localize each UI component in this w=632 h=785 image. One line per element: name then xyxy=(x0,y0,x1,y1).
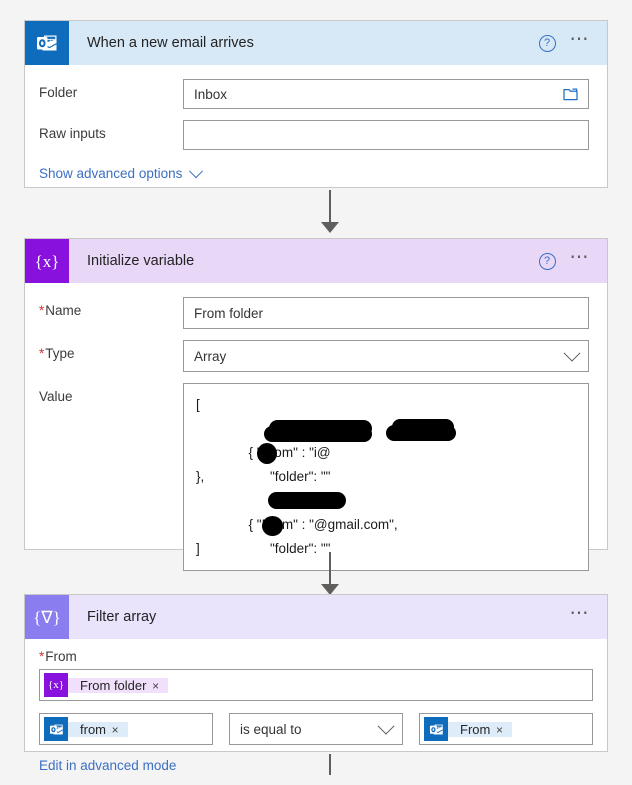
token-remove-icon[interactable]: × xyxy=(112,723,119,737)
flow-step-card-trigger[interactable]: When a new email arrives ? ⋯ Folder Inbo… xyxy=(24,20,608,188)
token-from-upper[interactable]: From × xyxy=(424,717,512,741)
redaction-mark xyxy=(386,425,456,441)
outlook-icon xyxy=(424,717,448,741)
code-line: ] xyxy=(196,541,200,556)
connector-line-3 xyxy=(329,754,331,775)
code-line: "folder": "" xyxy=(196,441,578,484)
redaction-mark xyxy=(262,516,283,536)
card-title: Filter array xyxy=(87,609,157,625)
token-remove-icon[interactable]: × xyxy=(496,723,503,737)
show-advanced-options-label: Show advanced options xyxy=(39,166,183,181)
condition-right-cell: From × xyxy=(419,713,593,745)
variable-name-value: From folder xyxy=(194,305,264,321)
from-field-label-text: From xyxy=(45,649,77,664)
card-title: Initialize variable xyxy=(87,253,195,269)
condition-operator-value: is equal to xyxy=(240,721,302,737)
card-header-actions: ? ⋯ xyxy=(538,30,592,52)
chevron-down-icon xyxy=(377,717,395,735)
token-label: From folder × xyxy=(68,677,169,693)
folder-input-value: Inbox xyxy=(194,86,228,102)
condition-left-cell: from × xyxy=(39,713,213,745)
code-line: [ xyxy=(196,397,200,412)
variable-value-textarea[interactable]: [ { "From" : "i@ "folder": ""}, {: "@g… xyxy=(183,383,589,571)
variable-type-select[interactable]: Array xyxy=(183,340,589,372)
field-label-type: *Type xyxy=(39,340,183,361)
form-row-type: *Type Array xyxy=(39,340,589,372)
code-line: { "From" : "i@ xyxy=(196,417,578,460)
card-header-actions: ⋯ xyxy=(570,604,592,625)
required-indicator: * xyxy=(39,649,45,664)
variable-braces-icon: {x} xyxy=(44,673,68,697)
required-indicator: * xyxy=(39,303,45,318)
help-icon[interactable]: ? xyxy=(538,252,556,270)
field-label-folder: Folder xyxy=(39,85,78,100)
edit-in-advanced-mode-link[interactable]: Edit in advanced mode xyxy=(39,758,176,773)
redaction-mark xyxy=(264,426,372,442)
card-title: When a new email arrives xyxy=(87,35,254,51)
variable-braces-glyph: {x} xyxy=(47,679,65,691)
code-line: }, xyxy=(196,469,205,484)
show-advanced-options-link[interactable]: Show advanced options xyxy=(39,163,204,181)
from-field-label: *From xyxy=(39,649,593,664)
flow-designer-canvas: When a new email arrives ? ⋯ Folder Inbo… xyxy=(0,0,632,775)
more-options-icon[interactable]: ⋯ xyxy=(570,30,592,51)
token-remove-icon[interactable]: × xyxy=(152,679,159,693)
variable-type-value: Array xyxy=(194,348,227,364)
card-header-filter-array[interactable]: {∇} Filter array ⋯ xyxy=(25,595,607,639)
more-options-icon[interactable]: ⋯ xyxy=(570,604,592,625)
filter-funnel-glyph: {∇} xyxy=(33,607,61,627)
condition-right-input[interactable]: From × xyxy=(419,713,593,745)
flow-step-card-filter-array[interactable]: {∇} Filter array ⋯ *From {x} From folder… xyxy=(24,594,608,773)
card-header-actions: ? ⋯ xyxy=(538,248,592,270)
outlook-icon xyxy=(25,21,69,65)
connector-line-1 xyxy=(329,190,331,226)
help-icon[interactable]: ? xyxy=(538,34,556,52)
condition-operator-select[interactable]: is equal to xyxy=(229,713,403,745)
code-line: { "From" : "@gmail.com", xyxy=(196,489,578,532)
chevron-down-icon xyxy=(563,344,581,362)
token-text: From xyxy=(460,721,491,737)
condition-operator-cell: is equal to xyxy=(229,713,403,745)
filter-funnel-icon: {∇} xyxy=(25,595,69,639)
required-indicator: * xyxy=(39,346,45,361)
field-label-type-text: Type xyxy=(45,346,75,361)
field-label-raw-inputs: Raw inputs xyxy=(39,126,106,141)
form-row-raw-inputs: Raw inputs xyxy=(39,120,589,150)
variable-braces-glyph: {x} xyxy=(34,251,60,271)
card-header-initialize-variable[interactable]: {x} Initialize variable ? ⋯ xyxy=(25,239,607,283)
redaction-mark xyxy=(257,443,277,464)
token-label: From × xyxy=(448,721,512,737)
form-row-value: Value [ { "From" : "i@ "folder": ""}, {… xyxy=(39,383,589,571)
card-body-initialize-variable: *Name From folder *Type Array Value [{… xyxy=(25,283,607,596)
field-label-name: *Name xyxy=(39,297,183,318)
flow-step-card-initialize-variable[interactable]: {x} Initialize variable ? ⋯ *Name From f… xyxy=(24,238,608,571)
folder-picker-icon[interactable] xyxy=(563,87,578,101)
token-text: From folder xyxy=(80,677,147,693)
card-body-trigger: Folder Inbox Raw inputs Show advanced op… xyxy=(25,65,607,195)
token-label: from × xyxy=(68,721,128,737)
token-text: from xyxy=(80,721,106,737)
from-field-input[interactable]: {x} From folder × xyxy=(39,669,593,701)
code-line: "folder": "" xyxy=(196,513,578,556)
folder-input[interactable]: Inbox xyxy=(183,79,589,109)
more-options-icon[interactable]: ⋯ xyxy=(570,248,592,269)
variable-braces-icon: {x} xyxy=(25,239,69,283)
form-row-folder: Folder Inbox xyxy=(39,79,589,109)
field-label-name-text: Name xyxy=(45,303,82,318)
chevron-down-icon xyxy=(189,163,204,178)
card-header-trigger[interactable]: When a new email arrives ? ⋯ xyxy=(25,21,607,65)
field-label-value: Value xyxy=(39,389,73,404)
outlook-icon xyxy=(44,717,68,741)
condition-left-input[interactable]: from × xyxy=(39,713,213,745)
variable-name-input[interactable]: From folder xyxy=(183,297,589,329)
connector-arrow-1 xyxy=(321,222,339,233)
token-from-folder[interactable]: {x} From folder × xyxy=(44,673,169,697)
condition-row: from × is equal to From × xyxy=(39,713,593,745)
token-from-lower[interactable]: from × xyxy=(44,717,128,741)
connector-line-2 xyxy=(329,552,331,588)
redaction-mark xyxy=(268,492,346,509)
card-body-filter-array: *From {x} From folder × from × is equal … xyxy=(25,639,607,785)
raw-inputs-input[interactable] xyxy=(183,120,589,150)
form-row-name: *Name From folder xyxy=(39,297,589,329)
